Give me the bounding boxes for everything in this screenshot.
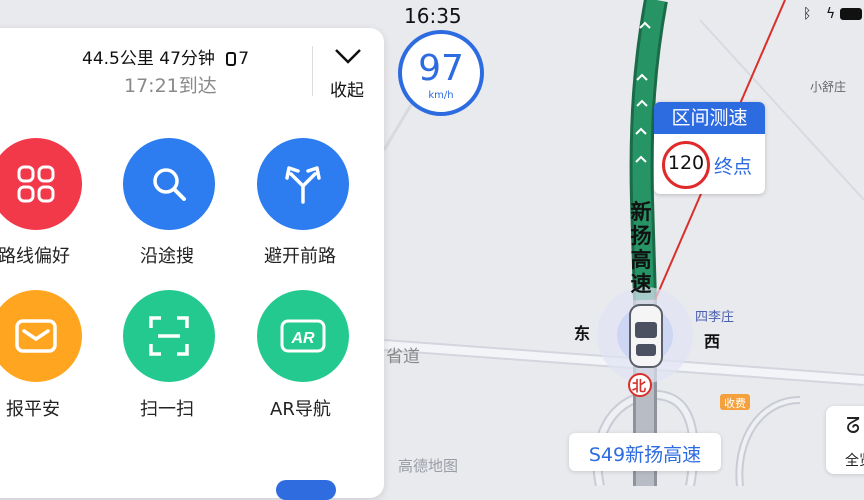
car-marker [629,304,663,368]
scan-button[interactable] [123,290,215,382]
route-preference-label: 路线偏好 [0,246,70,267]
ar-navigation-label: AR导航 [270,399,331,420]
traffic-light-icon [226,52,237,66]
compass-north-label: 北 [632,379,646,395]
expressway-name-label: 新扬高速 [630,200,652,296]
distance-time: 44.5公里 47分钟 [82,49,215,69]
ar-navigation-button[interactable]: AR [257,290,349,382]
section-end-label: 终点 [714,156,753,178]
current-speed-value: 97 [418,48,464,89]
chevron-down-icon [335,49,361,64]
speed-limit-value: 120 [667,152,705,174]
place-label-sili: 四李庄 [695,310,735,325]
bluetooth-icon: ᛒ [803,6,812,22]
search-along-route-label: 沿途搜 [140,246,194,267]
ar-icon: AR [280,319,326,353]
province-road-label: 省道 [386,347,420,367]
avoid-road-label: 避开前路 [264,246,336,267]
section-speed-title: 区间测速 [654,102,765,134]
toll-label: 收费 [724,397,746,410]
charging-icon: ϟ [826,6,836,22]
scan-label: 扫一扫 [140,399,194,420]
place-label-xiaoshu: 小舒庄 [810,80,847,94]
status-time: 16:35 [404,4,462,28]
route-preference-icon [17,165,55,203]
mail-icon [15,319,57,353]
current-speed-unit: km/h [428,90,454,101]
route-summary: 44.5公里 47分钟 7 [82,44,249,69]
share-safety-label: 报平安 [6,399,60,420]
eta: 17:21到达 [124,75,217,97]
avoid-road-button[interactable] [257,138,349,230]
current-road-name: S49新扬高速 [588,444,702,466]
compass-west-label: 西 [704,332,721,351]
settings-toggle[interactable] [276,480,336,500]
search-icon [153,168,186,201]
battery-icon [840,8,862,20]
compass-east-label: 东 [574,324,591,343]
avoid-road-icon [285,166,321,204]
collapse-label: 收起 [330,81,364,101]
map-watermark: 高德地图 [398,457,459,475]
overview-label: 全览 [845,453,864,469]
search-along-route-button[interactable] [123,138,215,230]
divider [312,46,313,96]
traffic-light-count: 7 [238,49,250,69]
svg-text:AR: AR [290,330,315,347]
scan-icon [149,316,189,356]
overview-icon: ᘔ [846,414,861,439]
